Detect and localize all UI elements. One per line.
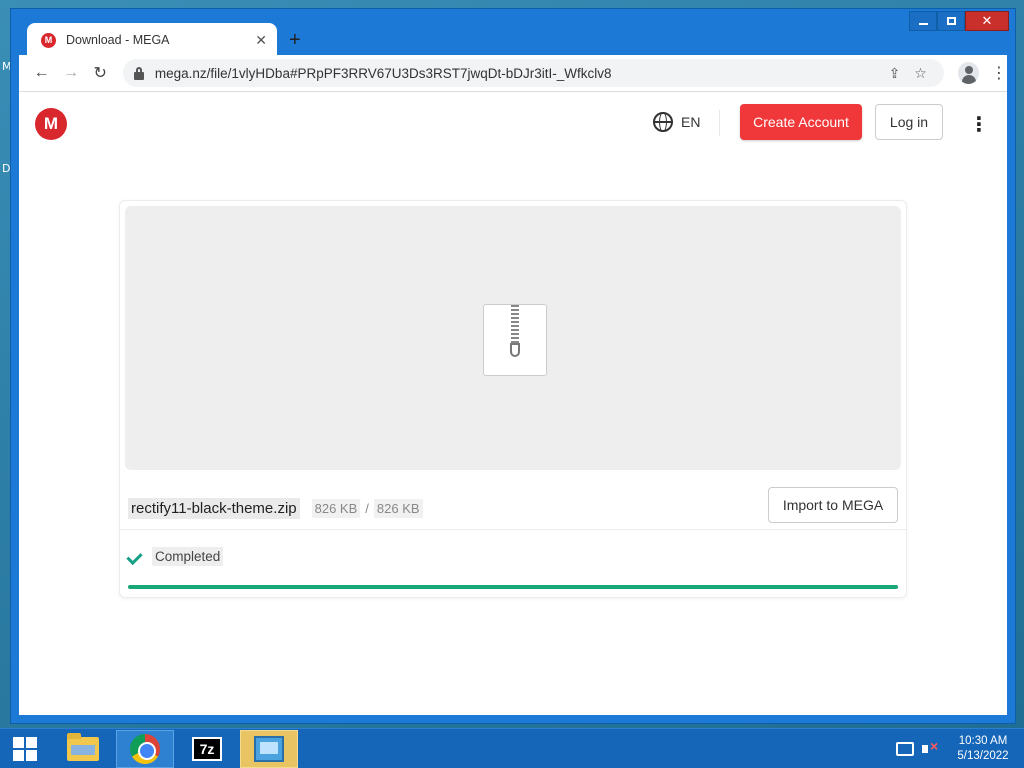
close-icon: ✕	[981, 13, 993, 29]
new-tab-icon[interactable]: +	[289, 30, 301, 50]
tab-download-mega[interactable]: M Download - MEGA ✕	[27, 23, 277, 57]
clock-time: 10:30 AM	[958, 734, 1008, 747]
page-menu-icon[interactable]: ⋮	[969, 112, 989, 137]
taskbar: 7z 10:30 AM 5/13/2022	[0, 728, 1024, 768]
7zip-icon: 7z	[192, 736, 222, 761]
total-size: 826 KB	[373, 498, 423, 518]
login-button[interactable]: Log in	[875, 104, 943, 140]
page-content: M EN Create Account Log in ⋮ rectify11-b…	[19, 91, 1007, 715]
progress-fill	[128, 585, 898, 589]
create-account-button[interactable]: Create Account	[740, 104, 862, 140]
mega-logo[interactable]: M	[35, 108, 67, 140]
tab-strip: M Download - MEGA ✕ +	[19, 21, 895, 57]
back-arrow-icon[interactable]: ←	[27, 58, 56, 88]
size-separator: /	[365, 500, 369, 516]
status-text: Completed	[152, 547, 224, 566]
file-preview	[125, 206, 901, 470]
card-divider	[120, 529, 906, 530]
close-window-button[interactable]: ✕	[965, 11, 1009, 31]
taskbar-7zip[interactable]: 7z	[178, 730, 236, 768]
windows-logo-icon	[13, 736, 37, 761]
check-icon	[128, 550, 144, 564]
browser-window: ✕ M Download - MEGA ✕ + ← → ↻ mega.nz/fi…	[10, 8, 1016, 724]
bookmark-star-icon[interactable]: ☆	[908, 65, 934, 82]
address-bar[interactable]: mega.nz/file/1vlyHDba#PRpPF3RRV67U3Ds3RS…	[122, 59, 944, 87]
browser-menu-icon[interactable]: ⋮	[991, 63, 1007, 83]
header-divider	[719, 110, 720, 136]
clock[interactable]: 10:30 AM 5/13/2022	[948, 734, 1018, 764]
start-button[interactable]	[0, 729, 50, 768]
forward-arrow-icon[interactable]: →	[56, 58, 85, 88]
progress-bar	[128, 585, 898, 589]
share-icon[interactable]: ⇪	[882, 65, 908, 82]
tab-title: Download - MEGA	[66, 33, 170, 47]
download-card: rectify11-black-theme.zip 826 KB / 826 K…	[119, 200, 907, 598]
file-explorer-icon	[67, 732, 99, 761]
control-panel-icon	[254, 735, 284, 762]
zip-file-icon	[483, 304, 547, 376]
network-icon[interactable]	[896, 741, 914, 756]
maximize-icon	[946, 17, 956, 25]
profile-avatar-icon[interactable]	[957, 62, 980, 84]
download-status: Completed	[128, 547, 224, 566]
clock-date: 5/13/2022	[957, 749, 1009, 762]
taskbar-chrome[interactable]	[116, 729, 174, 768]
import-to-mega-button[interactable]: Import to MEGA	[768, 487, 898, 523]
minimize-icon	[918, 23, 928, 25]
taskbar-file-explorer[interactable]	[54, 730, 112, 768]
globe-icon	[653, 112, 673, 132]
tab-close-icon[interactable]: ✕	[255, 32, 267, 49]
volume-muted-icon[interactable]	[922, 738, 940, 756]
maximize-button[interactable]	[937, 11, 965, 31]
browser-toolbar: ← → ↻ mega.nz/file/1vlyHDba#PRpPF3RRV67U…	[19, 55, 1007, 91]
file-info-row: rectify11-black-theme.zip 826 KB / 826 K…	[128, 487, 898, 525]
mega-favicon-icon: M	[41, 32, 56, 48]
reload-icon[interactable]: ↻	[86, 58, 115, 88]
system-tray: 10:30 AM 5/13/2022	[896, 729, 1024, 768]
downloaded-size: 826 KB	[311, 498, 361, 518]
address-url[interactable]: mega.nz/file/1vlyHDba#PRpPF3RRV67U3Ds3RS…	[155, 66, 882, 81]
chrome-icon	[130, 733, 160, 764]
file-name: rectify11-black-theme.zip	[128, 497, 300, 519]
language-code: EN	[681, 114, 701, 130]
minimize-button[interactable]	[909, 11, 937, 31]
lock-icon[interactable]	[133, 66, 145, 80]
window-controls: ✕	[909, 11, 1009, 31]
language-selector[interactable]: EN	[653, 112, 700, 132]
taskbar-control-panel[interactable]	[240, 729, 298, 768]
